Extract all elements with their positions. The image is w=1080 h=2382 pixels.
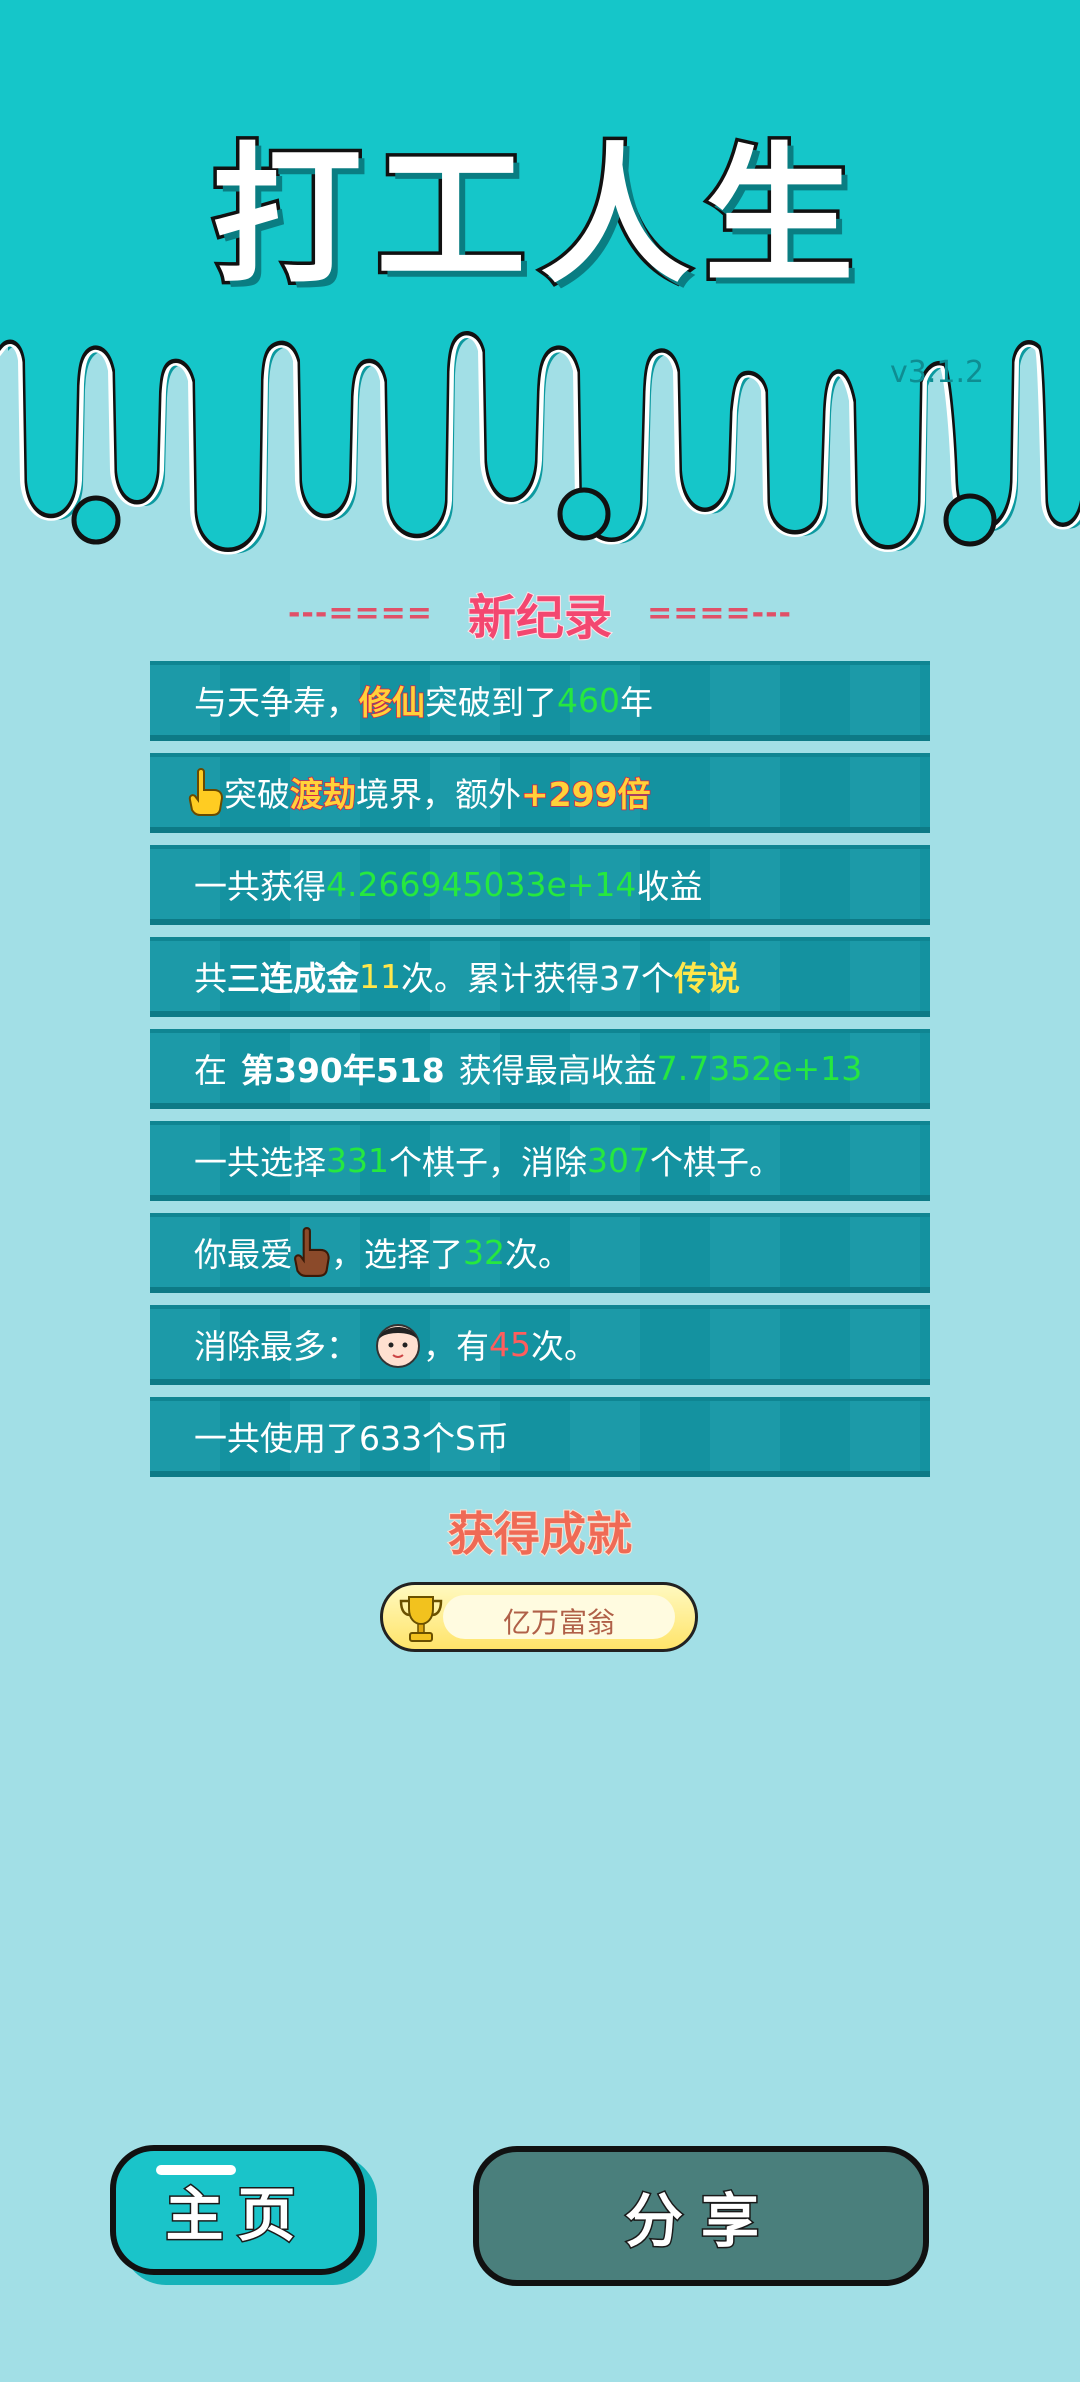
home-button-label: 主页 [164,2180,310,2251]
game-title: 打工人生 [208,127,868,308]
home-button[interactable]: 主页 [110,2145,365,2275]
new-record-title: 新纪录 [467,589,613,647]
row-legend-label: 传说 [674,959,740,998]
stat-row-total-income: 一共获得 4.266945033e+14 收益 [150,845,930,925]
badge-label: 亿万富翁 [502,1606,615,1639]
stat-row-pieces: 一共选择 331 个棋子，消除 307 个棋子。 [150,1121,930,1201]
row-highlight: 修仙 [358,682,426,723]
row-text: 年 [620,683,653,722]
row-number: 460 [557,680,620,720]
stat-row-cultivation: 与天争寿， 修仙 突破到了 460 年 [150,661,930,741]
row-text: 个棋子，消除 [389,1143,587,1182]
button-shine [156,2165,236,2175]
row-text: 在 [194,1051,227,1090]
stats-list: 与天争寿， 修仙 突破到了 460 年 突破 渡劫 境界，额外 +299倍 一共… [150,661,930,1489]
stat-row-triple-gold: 共 三连成金 11 次。累计获得37个 传说 [150,937,930,1017]
share-button[interactable]: 分享 [473,2146,929,2286]
row-text: 你最爱 [194,1235,293,1274]
face-avatar-icon [376,1324,420,1368]
stat-row-coins: 一共使用了633个S币 [150,1397,930,1477]
row-number: 7.7352e+13 [656,1048,863,1088]
row-number: 45 [489,1324,531,1364]
row-text: 突破 [224,775,290,814]
row-text: 一共获得 [194,867,326,906]
row-text: 获得最高收益 [458,1051,657,1090]
stat-row-most-eliminated: 消除最多： ，有 45 次。 [150,1305,930,1385]
new-record-banner: ---==== 新纪录 ====--- [0,578,1080,648]
row-text: ，有 [423,1327,489,1366]
header: 打工人生 v3.1.2 [0,0,1080,560]
row-bold: 第390年518 [241,1051,445,1090]
row-highlight: 渡劫 [289,774,357,815]
stat-row-favorite: 你最爱 ，选择了 32 次。 [150,1213,930,1293]
pointing-hand-icon [188,768,224,816]
row-text: 次。 [505,1235,571,1274]
row-highlight-bonus: +299倍 [520,774,651,815]
stat-row-max-income: 在 第390年518 获得最高收益 7.7352e+13 [150,1029,930,1109]
row-text: 个棋子。 [650,1143,782,1182]
stat-row-breakthrough: 突破 渡劫 境界，额外 +299倍 [150,753,930,833]
row-number: 307 [587,1140,650,1180]
row-text: 次。 [531,1327,597,1366]
pointing-hand-brown-icon [294,1227,330,1277]
row-text: 收益 [636,867,703,906]
row-text: 境界，额外 [356,775,521,814]
row-text: 共 [194,959,227,998]
row-text: 与天争寿， [194,683,359,722]
row-text: 次。累计获得37个 [401,959,674,998]
row-text: ，选择了 [331,1235,463,1274]
row-bold: 三连成金 [227,959,359,998]
row-number: 331 [326,1140,389,1180]
dashes-left: ---==== [287,595,433,631]
dashes-right: ====--- [647,595,792,631]
row-number: 4.266945033e+14 [326,864,637,904]
row-text: 一共使用了633个S币 [194,1419,509,1458]
achievement-title: 获得成就 [447,1506,633,1562]
row-text: 消除最多： [194,1327,359,1366]
row-number: 11 [359,956,401,996]
share-button-label: 分享 [623,2186,777,2257]
achievement-badge[interactable]: 亿万富翁 [380,1582,698,1652]
version-label: v3.1.2 [890,355,985,390]
row-text: 突破到了 [425,683,557,722]
row-number: 32 [463,1232,505,1272]
row-text: 一共选择 [194,1143,326,1182]
